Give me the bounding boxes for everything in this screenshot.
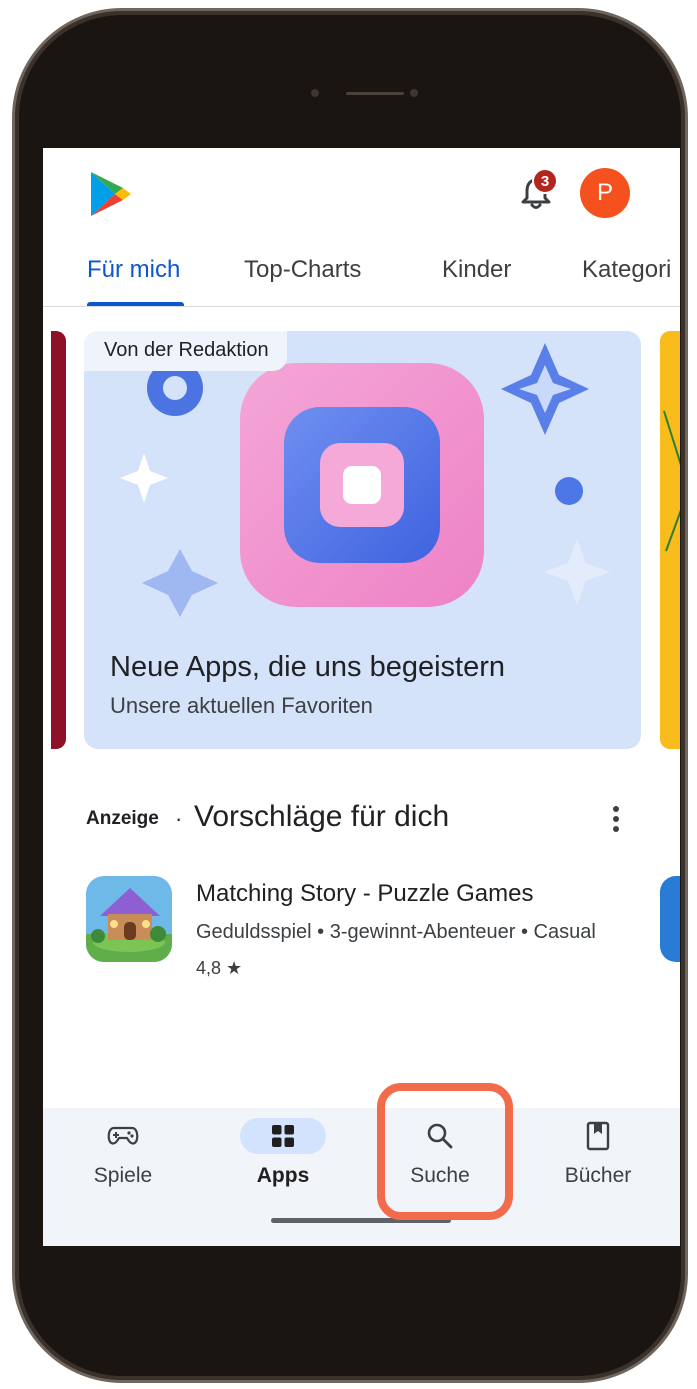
featured-card[interactable]: Von der Redaktion Neue Apps, die uns beg… bbox=[84, 331, 641, 749]
search-highlight-box bbox=[377, 1083, 513, 1220]
app-name[interactable]: Matching Story - Puzzle Games bbox=[196, 880, 533, 908]
card-title: Neue Apps, die uns begeistern bbox=[110, 651, 505, 683]
nav-label-spiele: Spiele bbox=[93, 1164, 153, 1187]
previous-card-peek[interactable] bbox=[51, 331, 66, 749]
section-separator: · bbox=[175, 806, 183, 831]
notification-badge: 3 bbox=[532, 168, 558, 194]
nav-apps[interactable]: Apps bbox=[208, 1108, 358, 1218]
app-tags: Geduldsspiel • 3-gewinnt-Abenteuer • Cas… bbox=[196, 921, 596, 943]
nav-buecher[interactable]: Bücher bbox=[523, 1108, 673, 1218]
camera-dot bbox=[410, 89, 418, 97]
avatar[interactable]: P bbox=[580, 168, 630, 218]
bookmark-book-icon bbox=[555, 1118, 641, 1154]
tab-top-charts[interactable]: Top-Charts bbox=[244, 256, 361, 284]
top-tabs: Für mich Top-Charts Kinder Kategori bbox=[43, 248, 680, 307]
sensor-dot bbox=[311, 89, 319, 97]
nav-label-buecher: Bücher bbox=[564, 1164, 632, 1187]
tab-fuer-mich[interactable]: Für mich bbox=[87, 256, 180, 284]
more-vert-icon[interactable] bbox=[611, 805, 621, 833]
next-card-peek[interactable] bbox=[660, 331, 680, 749]
active-tab-indicator bbox=[87, 302, 184, 306]
gamepad-icon bbox=[80, 1118, 166, 1154]
tab-kategorien[interactable]: Kategori bbox=[582, 256, 671, 284]
nav-label-apps: Apps bbox=[256, 1164, 310, 1187]
next-app-peek[interactable] bbox=[660, 876, 680, 962]
house-artwork-icon bbox=[86, 876, 172, 962]
ad-label: Anzeige bbox=[86, 808, 159, 829]
app-rating: 4,8 ★ bbox=[196, 958, 243, 978]
nav-spiele[interactable]: Spiele bbox=[48, 1108, 198, 1218]
card-label: Von der Redaktion bbox=[84, 331, 287, 371]
next-card-artwork bbox=[663, 410, 680, 552]
apps-grid-icon bbox=[240, 1118, 326, 1154]
bottom-navigation: Spiele Apps Suche Bücher bbox=[43, 1108, 680, 1246]
tab-kinder[interactable]: Kinder bbox=[442, 256, 511, 284]
play-store-screen: 3 P Für mich Top-Charts Kinder Kategori bbox=[43, 148, 680, 1246]
section-title: Vorschläge für dich bbox=[194, 800, 450, 833]
card-subtitle: Unsere aktuellen Favoriten bbox=[110, 693, 373, 718]
app-icon-matching-story[interactable] bbox=[86, 876, 172, 962]
google-play-logo-icon bbox=[91, 172, 131, 216]
featured-card-artwork bbox=[120, 343, 610, 617]
speaker-grille bbox=[346, 92, 404, 95]
